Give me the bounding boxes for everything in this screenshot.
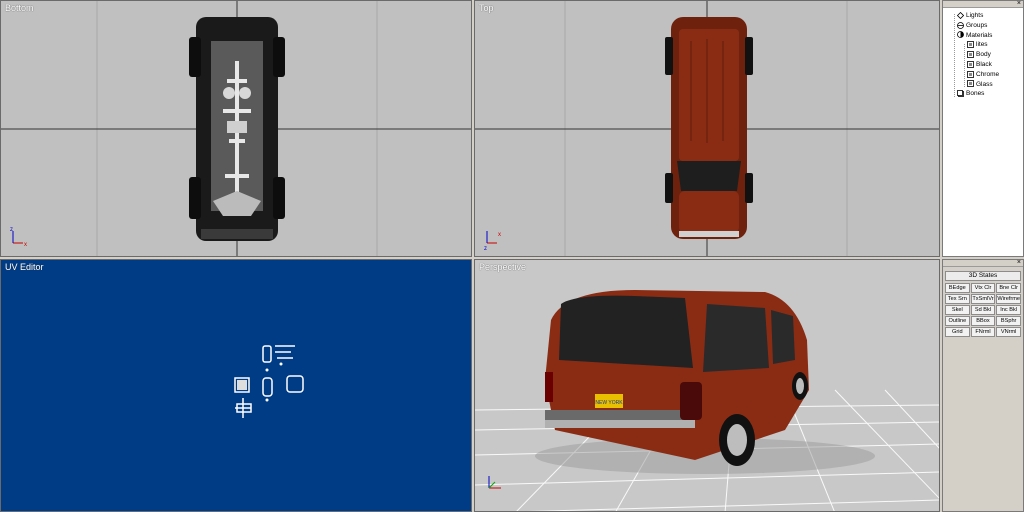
3d-states-buttons: BEdge Vtx Clr Bne Clr Tex Srn TxSmlVr Wi… (943, 283, 1023, 337)
tree-item-label: Materials (966, 31, 993, 39)
axis-x-label: x (24, 242, 27, 248)
license-plate: NEW YORK (595, 400, 623, 406)
tree-item-material-body[interactable]: Body (943, 50, 1023, 60)
viewport-perspective[interactable]: Perspective NEW YORK (474, 259, 940, 512)
state-button-bne-clr[interactable]: Bne Clr (996, 283, 1021, 293)
viewport-label: UV Editor (5, 262, 44, 272)
car-underside (189, 17, 285, 241)
axis-x-label: x (498, 232, 501, 238)
van-model: NEW YORK (535, 290, 875, 474)
group-icon (957, 21, 964, 29)
state-button-txsmlvr[interactable]: TxSmlVr (970, 294, 996, 304)
viewport-top[interactable]: Top x z (474, 0, 940, 257)
state-button-wireframe[interactable]: Wirefrme (996, 294, 1021, 304)
3d-states-title: 3D States (945, 271, 1021, 281)
state-button-bsphr[interactable]: BSphr (996, 316, 1021, 326)
state-button-vnrml[interactable]: VNrml (996, 327, 1021, 337)
material-swatch-icon (967, 80, 974, 88)
state-button-sd-bkl[interactable]: Sd Bkl (970, 305, 996, 315)
tree-item-materials[interactable]: Materials (943, 31, 1023, 41)
viewport-uv-editor[interactable]: UV Editor (0, 259, 472, 512)
tree-item-material-lites[interactable]: lites (943, 40, 1023, 50)
tree-item-label: lites (976, 41, 988, 49)
viewport-bottom[interactable]: Bottom x z (0, 0, 472, 257)
top-view-canvas: x z (475, 1, 939, 256)
axis-z-label: z (10, 227, 13, 233)
tree-item-label: Chrome (976, 70, 1000, 78)
viewport-label: Perspective (479, 262, 527, 272)
perspective-canvas: NEW YORK (475, 290, 939, 511)
state-button-tex-srn[interactable]: Tex Srn (945, 294, 970, 304)
tree-item-groups[interactable]: Groups (943, 21, 1023, 31)
tree-item-label: Bones (966, 90, 985, 98)
bone-icon (957, 90, 964, 98)
material-icon (957, 31, 964, 39)
tree-item-lights[interactable]: Lights (943, 11, 1023, 21)
panel-titlebar: × (943, 0, 1023, 8)
tree-item-label: Black (976, 60, 992, 68)
uv-canvas (234, 345, 304, 418)
bottom-view-canvas: x z (1, 1, 471, 256)
state-button-inc-bkl[interactable]: Inc Bkl (996, 305, 1021, 315)
tree-item-material-glass[interactable]: Glass (943, 80, 1023, 90)
tree-item-label: Lights (966, 12, 984, 19)
state-button-grid[interactable]: Grid (945, 327, 970, 337)
state-button-bbox[interactable]: BBox (970, 316, 996, 326)
panel-titlebar: × (943, 258, 1023, 267)
axis-z-label: z (484, 246, 487, 252)
state-button-bedge[interactable]: BEdge (945, 283, 970, 293)
car-roof (665, 17, 753, 239)
viewport-label: Top (479, 3, 494, 13)
viewport-label: Bottom (5, 3, 34, 13)
state-button-skel[interactable]: Skel (945, 305, 970, 315)
material-swatch-icon (967, 60, 974, 68)
close-icon[interactable]: × (1017, 0, 1021, 8)
tree-item-label: Body (976, 51, 991, 59)
state-button-outline[interactable]: Outline (945, 316, 970, 326)
close-icon[interactable]: × (1017, 258, 1021, 267)
material-swatch-icon (967, 41, 974, 49)
tree-item-label: Glass (976, 80, 993, 88)
tree-item-material-chrome[interactable]: Chrome (943, 70, 1023, 80)
tree-item-bones[interactable]: Bones (943, 89, 1023, 99)
tree-item-label: Groups (966, 21, 988, 29)
scene-tree: Lights Groups Materials lites Body Black (943, 8, 1023, 99)
3d-states-panel: × 3D States BEdge Vtx Clr Bne Clr Tex Sr… (942, 259, 1024, 512)
material-swatch-icon (967, 51, 974, 58)
state-button-vtx-clr[interactable]: Vtx Clr (970, 283, 996, 293)
state-button-fnrml[interactable]: FNrml (970, 327, 996, 337)
material-swatch-icon (967, 70, 974, 78)
tree-item-material-black[interactable]: Black (943, 60, 1023, 70)
scene-tree-panel: × Lights Groups Materials lites Body Bla… (942, 0, 1024, 257)
light-icon (956, 11, 965, 19)
